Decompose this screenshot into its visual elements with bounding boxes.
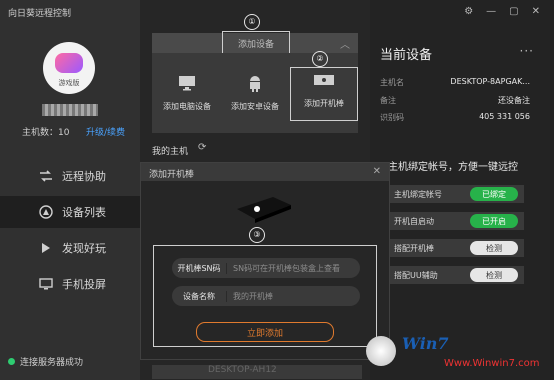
nav-label: 远程协助 xyxy=(62,170,106,183)
add-device-button[interactable]: 添加设备 xyxy=(222,31,290,55)
nav-device-list[interactable]: 设备列表 xyxy=(0,196,140,228)
setting-label: 主机绑定帐号 xyxy=(394,189,442,199)
windows-logo-icon xyxy=(366,336,396,366)
name-field[interactable]: 设备名称 xyxy=(172,286,360,306)
android-icon xyxy=(222,71,288,95)
renew-link[interactable]: 升级/续费 xyxy=(86,125,125,138)
add-pc-option[interactable]: 添加电脑设备 xyxy=(154,71,220,127)
info-value: DESKTOP-8APGAK... xyxy=(450,77,530,86)
discover-icon xyxy=(38,240,54,256)
setting-label: 搭配开机棒 xyxy=(394,243,434,253)
info-code: 识别码 405 331 056 xyxy=(380,112,530,123)
minimize-icon[interactable]: — xyxy=(486,6,496,17)
nav-label: 设备列表 xyxy=(62,206,106,219)
marker-3: ③ xyxy=(249,227,265,243)
name-input[interactable] xyxy=(227,290,360,302)
window-controls: ⚙ — ▢ ✕ xyxy=(464,6,540,17)
setting-label: 开机自启动 xyxy=(394,216,434,226)
detect-button[interactable]: 检测 xyxy=(470,268,518,282)
power-stick-icon xyxy=(291,68,357,92)
username-blurred xyxy=(42,104,98,116)
bound-badge[interactable]: 已绑定 xyxy=(470,187,518,201)
host-count: 主机数：10 xyxy=(22,128,70,138)
refresh-icon[interactable]: ⟳ xyxy=(198,142,206,153)
device-list-icon xyxy=(38,204,54,220)
sn-label: 开机棒SN码 xyxy=(172,262,227,274)
add-android-option[interactable]: 添加安卓设备 xyxy=(222,71,288,127)
info-key: 备注 xyxy=(380,96,396,105)
power-stick-image xyxy=(233,195,295,223)
setting-row-uu: 搭配UU辅助 检测 xyxy=(390,266,524,284)
nav-label: 手机投屏 xyxy=(62,278,106,291)
info-hostname: 主机名 DESKTOP-8APGAK... xyxy=(380,77,530,88)
avatar[interactable]: 游戏版 xyxy=(43,42,95,94)
close-icon[interactable]: ✕ xyxy=(373,166,381,177)
chevron-up-icon[interactable]: ︿ xyxy=(340,36,350,51)
current-device-panel: ⚙ — ▢ ✕ 当前设备 ··· 主机名 DESKTOP-8APGAK... 备… xyxy=(370,0,554,380)
remote-assist-icon xyxy=(38,168,54,184)
status-dot xyxy=(8,358,15,365)
setting-row-stick: 搭配开机棒 检测 xyxy=(390,239,524,257)
dialog-header: 添加开机棒 ✕ xyxy=(141,163,389,181)
autostart-badge[interactable]: 已开启 xyxy=(470,214,518,228)
add-now-button[interactable]: 立即添加 xyxy=(196,322,334,342)
info-value[interactable]: 还没备注 xyxy=(498,95,530,106)
add-power-stick-dialog: 添加开机棒 ✕ ③ 开机棒SN码 设备名称 立即添加 xyxy=(140,162,390,360)
info-note: 备注 还没备注 xyxy=(380,95,530,106)
option-label: 添加电脑设备 xyxy=(163,102,211,111)
phone-cast-icon xyxy=(38,276,54,292)
host-row-peek[interactable]: DESKTOP-AH12 xyxy=(152,365,362,379)
marker-1: ① xyxy=(244,14,260,30)
my-hosts-label: 我的主机 xyxy=(152,147,189,157)
gamepad-icon xyxy=(55,53,83,73)
sidebar: 向日葵远程控制 游戏版 主机数：10 升级/续费 远程协助 设备列表 发现好玩 … xyxy=(0,0,140,380)
watermark-url: Www.Winwin7.com xyxy=(444,358,540,369)
name-label: 设备名称 xyxy=(172,290,227,302)
sn-input[interactable] xyxy=(227,262,360,274)
add-options-panel: 添加电脑设备 添加安卓设备 添加开机棒 xyxy=(152,53,358,133)
nav-remote-assist[interactable]: 远程协助 xyxy=(0,160,140,192)
info-value: 405 331 056 xyxy=(479,112,530,121)
sn-field[interactable]: 开机棒SN码 xyxy=(172,258,360,278)
watermark-brand: Win7 xyxy=(402,334,449,353)
gear-icon[interactable]: ⚙ xyxy=(464,6,473,17)
bind-heading: 主机绑定帐号，方便一键远控 xyxy=(388,162,518,173)
setting-row-bind: 主机绑定帐号 已绑定 xyxy=(390,185,524,203)
option-label: 添加开机棒 xyxy=(304,99,344,108)
marker-2: ② xyxy=(312,51,328,67)
info-key: 主机名 xyxy=(380,78,404,87)
nav-label: 发现好玩 xyxy=(62,242,106,255)
setting-label: 搭配UU辅助 xyxy=(394,270,438,280)
detect-button[interactable]: 检测 xyxy=(470,241,518,255)
add-power-stick-option[interactable]: 添加开机棒 xyxy=(290,67,358,121)
more-icon[interactable]: ··· xyxy=(520,44,534,58)
connection-status: 连接服务器成功 xyxy=(8,355,83,368)
power-stick-form: 开机棒SN码 设备名称 立即添加 xyxy=(153,245,377,347)
monitor-icon xyxy=(154,71,220,95)
nav-phone-cast[interactable]: 手机投屏 xyxy=(0,268,140,300)
maximize-icon[interactable]: ▢ xyxy=(509,6,518,17)
close-icon[interactable]: ✕ xyxy=(532,6,540,17)
dialog-title: 添加开机棒 xyxy=(149,170,195,180)
add-device-bar: 添加设备 ︿ xyxy=(152,31,358,55)
nav-discover[interactable]: 发现好玩 xyxy=(0,232,140,264)
app-title: 向日葵远程控制 xyxy=(8,9,72,19)
avatar-label: 游戏版 xyxy=(58,79,80,87)
option-label: 添加安卓设备 xyxy=(231,102,279,111)
info-key: 识别码 xyxy=(380,113,404,122)
current-device-title: 当前设备 xyxy=(380,48,433,63)
status-text: 连接服务器成功 xyxy=(20,358,84,368)
setting-row-autostart: 开机自启动 已开启 xyxy=(390,212,524,230)
watermark: Win7 Www.Winwin7.com xyxy=(358,330,548,380)
